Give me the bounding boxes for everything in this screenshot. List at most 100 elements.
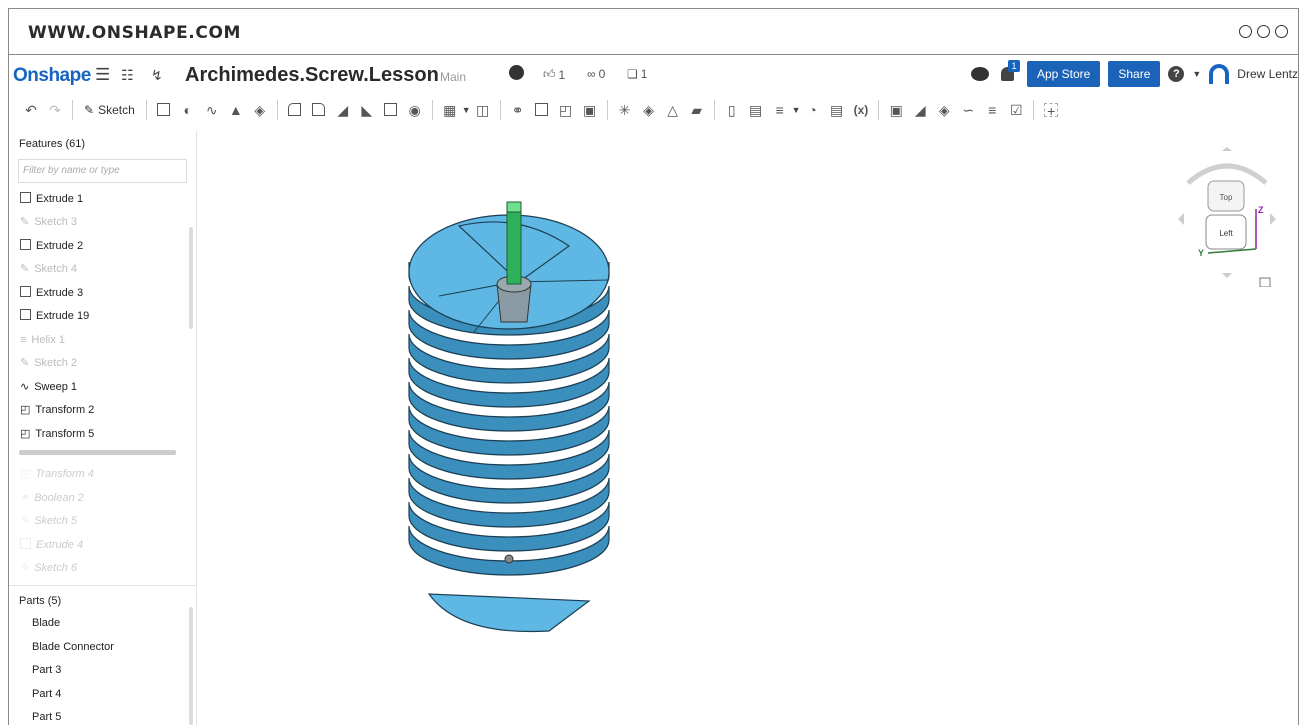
loft-icon[interactable]: ▲ (229, 103, 243, 117)
shell-icon[interactable] (384, 103, 398, 117)
origin-point[interactable] (504, 554, 514, 564)
feature-item[interactable]: Extrude 2 (9, 234, 196, 258)
share-button[interactable]: Share (1108, 61, 1161, 87)
bend-icon[interactable]: ∽ (961, 103, 975, 117)
rolled-back-feature-item[interactable]: ✎ Sketch 6 (9, 557, 196, 581)
model-canvas[interactable] (199, 131, 1298, 725)
part-item[interactable]: Part 3 (9, 659, 196, 683)
feature-filter-input[interactable]: Filter by name or type (18, 159, 187, 183)
sketch-button[interactable]: ✎ Sketch (84, 103, 135, 117)
rolled-back-feature-item[interactable]: ⚭ Boolean 2 (9, 486, 196, 510)
draft-icon[interactable]: ◢ (336, 103, 350, 117)
move-face-icon[interactable]: ◈ (642, 103, 656, 117)
split-icon[interactable] (535, 103, 549, 117)
parts-section-title[interactable]: Parts (5) (9, 592, 196, 610)
rolled-back-feature-item[interactable]: Extrude 4 (9, 533, 196, 557)
feature-item[interactable]: Extrude 1 (9, 187, 196, 211)
features-section-title[interactable]: Features (61) (9, 135, 196, 153)
feature-item[interactable]: ◰ Transform 5 (9, 422, 196, 446)
chevron-down-icon[interactable]: ▼ (462, 105, 471, 115)
revolve-icon[interactable]: ◐ (181, 103, 195, 117)
notifications-button[interactable]: 1 (997, 60, 1020, 85)
rolled-back-feature-item[interactable]: ◰ Transform 4 (9, 463, 196, 487)
feature-item[interactable]: ≡ Helix 1 (9, 328, 196, 352)
window-dot-icon[interactable] (1239, 25, 1252, 38)
comments-icon[interactable] (970, 67, 989, 81)
feature-item[interactable]: ✎ Sketch 2 (9, 352, 196, 376)
flange-icon[interactable]: ◢ (913, 103, 927, 117)
window-dot-icon[interactable] (1275, 25, 1288, 38)
feature-list-icon[interactable]: ☷ (121, 67, 134, 84)
shaft[interactable] (506, 201, 522, 285)
variable-icon[interactable]: (x) (854, 103, 869, 117)
mate-connector-icon[interactable]: ▤ (749, 103, 763, 117)
orbit-down-icon[interactable] (1222, 273, 1232, 278)
archimedes-screw-model[interactable] (408, 201, 610, 633)
graphics-viewport[interactable] (199, 131, 1298, 725)
pattern-icon[interactable]: ▦ (443, 103, 457, 117)
feature-item[interactable]: ✎ Sketch 3 (9, 211, 196, 235)
modify-fillet-icon[interactable]: ✳ (618, 103, 632, 117)
orbit-arc-icon[interactable] (1186, 163, 1268, 185)
undo-icon[interactable]: ↶ (24, 103, 38, 117)
delete-part-icon[interactable]: ▣ (583, 103, 597, 117)
add-custom-feature-icon[interactable]: + (1044, 103, 1059, 118)
onshape-logo[interactable]: Onshape (13, 65, 91, 87)
fillet-icon[interactable] (288, 103, 302, 117)
insert-icon[interactable]: ↯ (151, 67, 163, 84)
rib-icon[interactable]: ◣ (360, 103, 374, 117)
rolled-back-feature-item[interactable]: ✎ Sketch 5 (9, 510, 196, 534)
corner-icon[interactable]: ≡ (985, 103, 999, 117)
part-item[interactable]: Blade Connector (9, 636, 196, 660)
feature-item[interactable]: ✎ Sketch 4 (9, 258, 196, 282)
tab-icon[interactable]: ◈ (937, 103, 951, 117)
replace-face-icon[interactable]: △ (666, 103, 680, 117)
window-controls[interactable] (1239, 25, 1288, 38)
transform-icon[interactable]: ◰ (559, 103, 573, 117)
help-icon[interactable]: ? (1168, 66, 1185, 82)
likes-count[interactable]: 👍︎ 1 (543, 67, 565, 82)
window-dot-icon[interactable] (1257, 25, 1270, 38)
hole-icon[interactable]: ◉ (408, 103, 422, 117)
user-avatar-icon[interactable] (1209, 64, 1230, 84)
feature-item[interactable]: ∿ Sweep 1 (9, 375, 196, 399)
helix-icon[interactable]: ≡ (773, 103, 787, 117)
sweep-icon[interactable]: ∿ (205, 103, 219, 117)
chevron-down-icon[interactable]: ▼ (792, 105, 801, 115)
view-cube[interactable]: Top Left Z Y (1178, 147, 1276, 288)
parts-scrollbar[interactable] (189, 607, 193, 725)
render-mode-icon[interactable] (1259, 277, 1271, 288)
redo-icon[interactable]: ↷ (48, 103, 62, 117)
rollback-bar[interactable] (19, 449, 176, 455)
app-store-button[interactable]: App Store (1026, 61, 1101, 87)
plane-icon[interactable]: ▯ (725, 103, 739, 117)
public-globe-icon[interactable] (509, 65, 524, 80)
orbit-left-icon[interactable] (1178, 213, 1184, 225)
part-item[interactable]: Part 4 (9, 683, 196, 707)
feature-item[interactable]: Extrude 19 (9, 305, 196, 329)
finish-sheet-metal-icon[interactable]: ☑ (1009, 103, 1023, 117)
part-item[interactable]: Part 5 (9, 706, 196, 725)
shaft-top[interactable] (506, 201, 522, 213)
links-count[interactable]: ∞ 0 (587, 67, 605, 81)
orbit-up-icon[interactable] (1222, 147, 1232, 151)
feature-item[interactable]: ◰ Transform 2 (9, 399, 196, 423)
offset-surface-icon[interactable]: ▰ (690, 103, 704, 117)
thicken-icon[interactable]: ◈ (253, 103, 267, 117)
chamfer-icon[interactable] (312, 103, 326, 117)
mirror-icon[interactable]: ◫ (476, 103, 490, 117)
features-scrollbar[interactable] (189, 227, 193, 329)
orbit-right-icon[interactable] (1270, 213, 1276, 225)
blade-tail[interactable] (427, 593, 591, 633)
extrude-icon[interactable] (157, 103, 171, 117)
feature-item[interactable]: Extrude 3 (9, 281, 196, 305)
document-title[interactable]: Archimedes.Screw.Lesson (185, 64, 439, 87)
section-view-icon[interactable]: ▤ (830, 103, 844, 117)
measure-icon[interactable]: ◔ (806, 103, 820, 117)
part-item[interactable]: Blade (9, 612, 196, 636)
boolean-icon[interactable]: ⚭ (511, 103, 525, 117)
sheet-metal-icon[interactable]: ▣ (889, 103, 903, 117)
copies-count[interactable]: ❏ 1 (627, 67, 647, 81)
user-name[interactable]: Drew Lentz (1237, 67, 1298, 81)
branch-label[interactable]: Main (440, 70, 466, 84)
